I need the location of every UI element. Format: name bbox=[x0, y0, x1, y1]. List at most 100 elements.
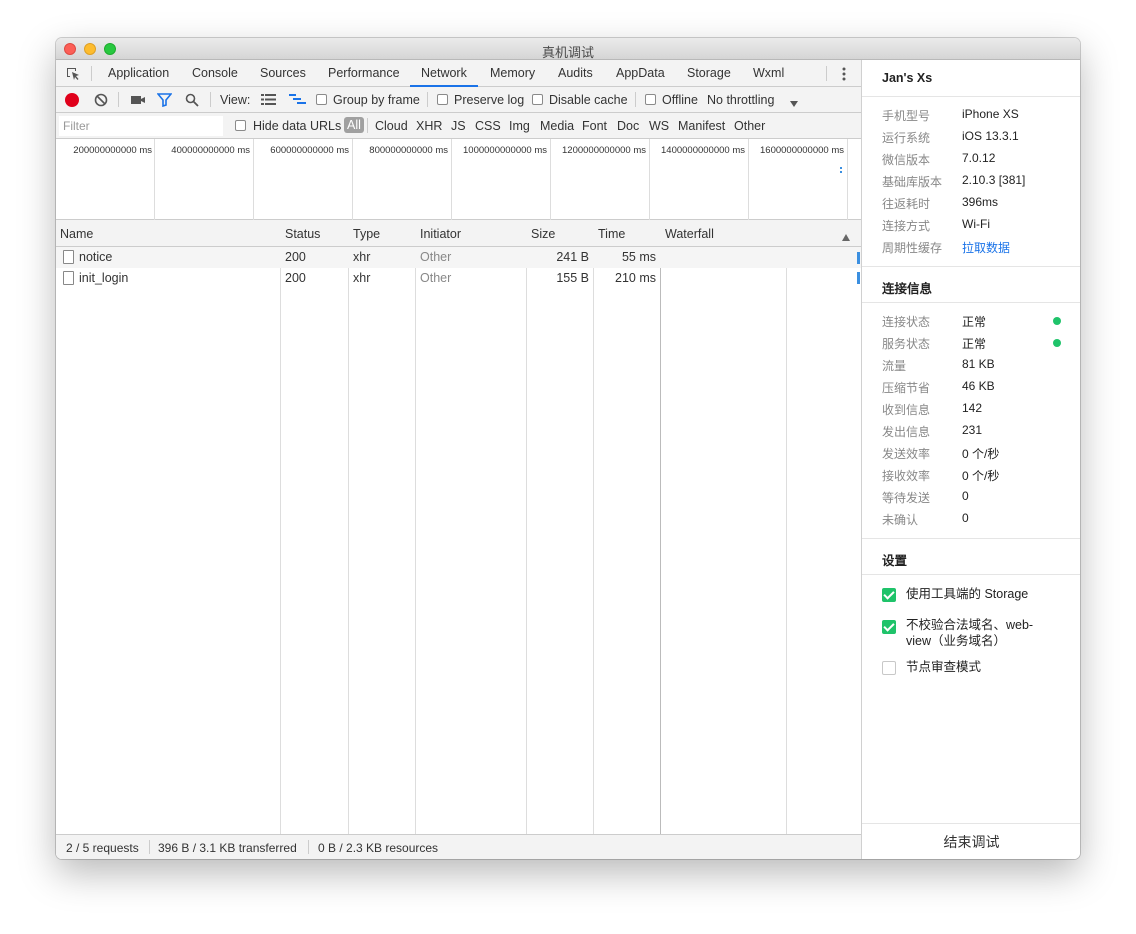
device-info-value: 7.0.12 bbox=[962, 151, 996, 165]
devtools-panel: Application Console Sources Performance … bbox=[56, 60, 861, 859]
table-row[interactable]: init_login 200 xhr Other 155 B 210 ms bbox=[56, 268, 861, 289]
overview-tick: 1000000000000 ms bbox=[463, 145, 547, 156]
connection-info-label: 发送效率 bbox=[882, 447, 931, 461]
fetch-data-link[interactable]: 拉取数据 bbox=[962, 239, 1010, 256]
overview-tick: 1400000000000 ms bbox=[661, 145, 745, 156]
column-header-status[interactable]: Status bbox=[285, 227, 320, 241]
connection-info-value: 0 个/秒 bbox=[962, 447, 1000, 461]
record-icon[interactable] bbox=[65, 93, 79, 107]
column-header-time[interactable]: Time bbox=[598, 227, 625, 241]
type-filter-all[interactable]: All bbox=[344, 117, 364, 133]
tab-performance[interactable]: Performance bbox=[328, 60, 400, 87]
waterfall-bar bbox=[857, 252, 860, 264]
offline-checkbox[interactable] bbox=[645, 94, 656, 105]
connection-info-label: 连接状态 bbox=[882, 315, 931, 329]
tab-memory[interactable]: Memory bbox=[490, 60, 535, 87]
sort-ascending-icon[interactable] bbox=[842, 230, 850, 241]
use-tool-storage-checkbox[interactable] bbox=[882, 588, 896, 602]
tab-console[interactable]: Console bbox=[192, 60, 238, 87]
request-status: 200 bbox=[285, 250, 306, 264]
device-info-label: 微信版本 bbox=[882, 153, 931, 167]
overview-tick: 1600000000000 ms bbox=[760, 145, 844, 156]
tab-audits[interactable]: Audits bbox=[558, 60, 593, 87]
type-filter-xhr[interactable]: XHR bbox=[416, 119, 442, 133]
device-info-value: iOS 13.3.1 bbox=[962, 129, 1019, 143]
node-inspect-mode-checkbox[interactable] bbox=[882, 661, 896, 675]
connection-info-value: 142 bbox=[962, 401, 983, 415]
disable-cache-label: Disable cache bbox=[549, 93, 628, 107]
connection-info-label: 接收效率 bbox=[882, 469, 931, 483]
inspect-element-icon[interactable] bbox=[65, 66, 81, 82]
screenshot-camera-icon[interactable] bbox=[130, 94, 146, 106]
group-by-frame-label: Group by frame bbox=[333, 93, 420, 107]
table-header: Name Status Type Initiator Size Time Wat… bbox=[56, 220, 861, 247]
tab-wxml[interactable]: Wxml bbox=[753, 60, 784, 87]
remote-debug-panel: Jan's Xs 手机型号 iPhone XS 运行系统 iOS 13.3.1 … bbox=[861, 60, 1080, 859]
type-filter-ws[interactable]: WS bbox=[649, 119, 669, 133]
type-filter-other[interactable]: Other bbox=[734, 119, 765, 133]
overview-column: 1200000000000 ms bbox=[550, 139, 649, 220]
group-by-frame-checkbox[interactable] bbox=[316, 94, 327, 105]
type-filter-cloud[interactable]: Cloud bbox=[375, 119, 408, 133]
type-filter-font[interactable]: Font bbox=[582, 119, 607, 133]
transferred-size: 396 B / 3.1 KB transferred bbox=[158, 841, 297, 855]
tab-storage[interactable]: Storage bbox=[687, 60, 731, 87]
overview-column: 800000000000 ms bbox=[352, 139, 451, 220]
node-inspect-mode-label: 节点审查模式 bbox=[906, 660, 982, 674]
type-filter-css[interactable]: CSS bbox=[475, 119, 501, 133]
device-info-label: 运行系统 bbox=[882, 131, 931, 145]
preserve-log-label: Preserve log bbox=[454, 93, 525, 107]
search-icon[interactable] bbox=[185, 93, 199, 107]
type-filter-img[interactable]: Img bbox=[509, 119, 530, 133]
request-initiator: Other bbox=[420, 271, 452, 285]
large-rows-icon[interactable] bbox=[261, 94, 276, 105]
type-filter-manifest[interactable]: Manifest bbox=[678, 119, 725, 133]
preserve-log-checkbox[interactable] bbox=[437, 94, 448, 105]
table-row[interactable]: notice 200 xhr Other 241 B 55 ms bbox=[56, 247, 861, 268]
connection-info-value: 正常 bbox=[962, 337, 987, 351]
column-header-type[interactable]: Type bbox=[353, 227, 380, 241]
document-icon bbox=[63, 271, 74, 285]
network-status-bar: 2 / 5 requests 396 B / 3.1 KB transferre… bbox=[56, 834, 861, 859]
column-header-name[interactable]: Name bbox=[60, 227, 93, 241]
devtools-window: 真机调试 Application Console Sources Perform… bbox=[56, 38, 1080, 859]
overview-column: 1000000000000 ms bbox=[451, 139, 550, 220]
tab-appdata[interactable]: AppData bbox=[616, 60, 665, 87]
hide-data-urls-checkbox[interactable] bbox=[235, 120, 246, 131]
type-filter-media[interactable]: Media bbox=[540, 119, 574, 133]
request-size: 155 B bbox=[556, 271, 589, 285]
request-initiator: Other bbox=[420, 250, 452, 264]
tab-application[interactable]: Application bbox=[108, 60, 169, 87]
throttling-select[interactable]: No throttling bbox=[707, 93, 774, 107]
chevron-down-icon[interactable] bbox=[790, 96, 798, 107]
filter-input[interactable] bbox=[59, 116, 223, 136]
column-header-waterfall[interactable]: Waterfall bbox=[665, 227, 714, 241]
request-type: xhr bbox=[353, 271, 371, 285]
type-filter-doc[interactable]: Doc bbox=[617, 119, 639, 133]
request-status: 200 bbox=[285, 271, 306, 285]
connection-info-value: 0 bbox=[962, 489, 969, 503]
offline-label: Offline bbox=[662, 93, 698, 107]
column-header-size[interactable]: Size bbox=[531, 227, 555, 241]
use-tool-storage-label: 使用工具端的 Storage bbox=[906, 587, 1029, 601]
end-debug-button[interactable]: 结束调试 bbox=[862, 823, 1080, 859]
type-filter-js[interactable]: JS bbox=[451, 119, 466, 133]
device-info-value: Wi-Fi bbox=[962, 217, 990, 231]
column-header-initiator[interactable]: Initiator bbox=[420, 227, 461, 241]
filter-icon[interactable] bbox=[156, 93, 173, 108]
disable-cache-checkbox[interactable] bbox=[532, 94, 543, 105]
request-name: init_login bbox=[79, 271, 129, 285]
more-options-icon[interactable] bbox=[840, 66, 848, 82]
overview-request-marker bbox=[840, 167, 842, 169]
skip-domain-check-checkbox[interactable] bbox=[882, 620, 896, 634]
view-label: View: bbox=[220, 93, 251, 107]
skip-domain-check-label-line2: view（业务域名） bbox=[906, 634, 1007, 648]
tab-network[interactable]: Network bbox=[410, 60, 478, 87]
network-overview[interactable]: 200000000000 ms 400000000000 ms 60000000… bbox=[56, 139, 861, 220]
overview-tick: 1200000000000 ms bbox=[562, 145, 646, 156]
clear-icon[interactable] bbox=[94, 93, 108, 107]
device-info-value: iPhone XS bbox=[962, 107, 1019, 121]
waterfall-view-icon[interactable] bbox=[289, 94, 306, 106]
tab-sources[interactable]: Sources bbox=[260, 60, 306, 87]
connection-section-header: 连接信息 bbox=[862, 266, 1080, 303]
